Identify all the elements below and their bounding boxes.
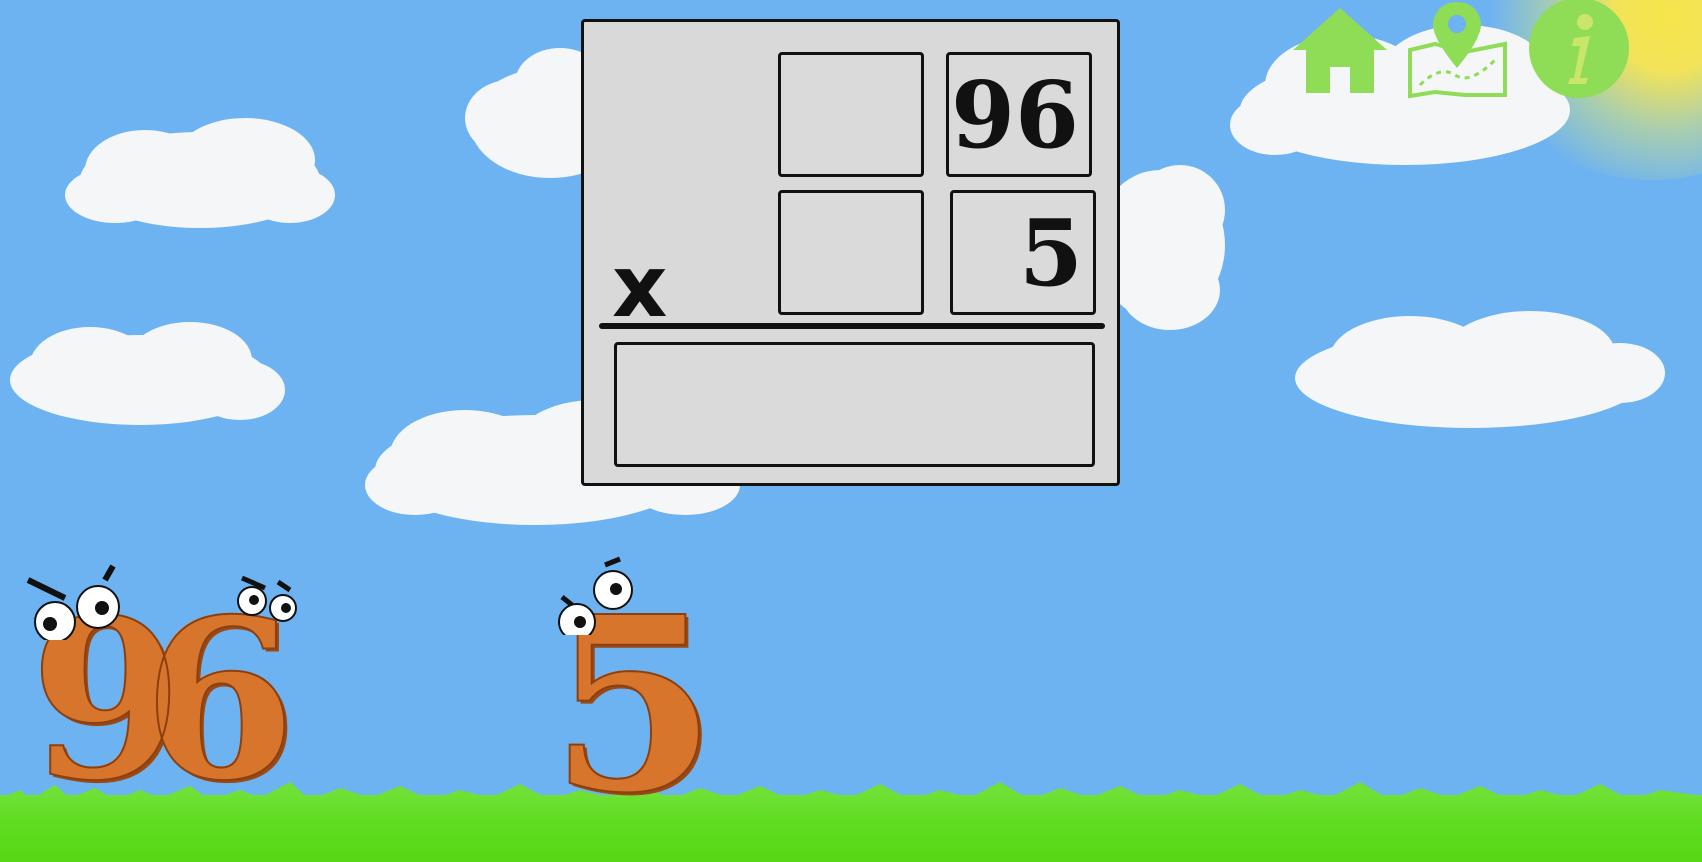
number-character-left: 96 — [20, 560, 310, 811]
cloud — [1295, 311, 1665, 428]
cloud — [10, 322, 285, 425]
multiplier-cell: 5 — [950, 190, 1096, 315]
number-character-right: 5 — [540, 556, 730, 826]
multiply-operator: x — [612, 237, 668, 337]
character-eyes — [26, 564, 297, 640]
multiplicand-cell: 96 — [946, 52, 1092, 177]
multiplication-board: 96 5 x — [581, 19, 1120, 486]
character-eyes — [558, 556, 633, 635]
cloud — [1100, 165, 1225, 330]
game-scene: 96 5 x 96 5 — [0, 0, 1702, 862]
home-icon[interactable] — [1290, 5, 1390, 95]
multiplier-extra-cell[interactable] — [778, 190, 924, 315]
info-icon[interactable] — [1528, 0, 1630, 100]
multiplicand-extra-cell[interactable] — [778, 52, 924, 177]
cloud — [65, 118, 335, 228]
answer-box[interactable] — [614, 342, 1095, 467]
map-pin-icon[interactable] — [1405, 0, 1510, 100]
equals-bar — [599, 323, 1105, 329]
